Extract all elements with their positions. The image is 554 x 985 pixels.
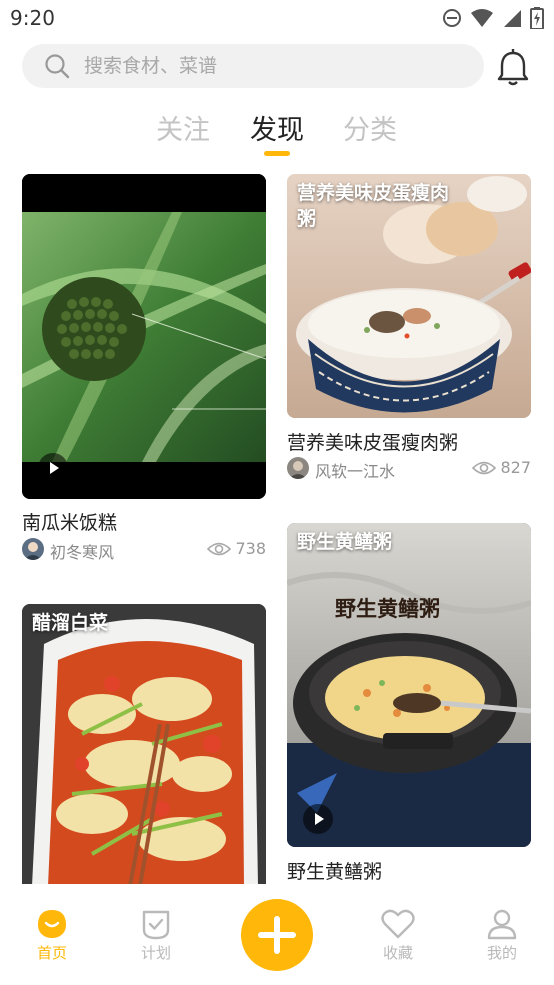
recipe-title[interactable]: 营养美味皮蛋瘦肉粥 (287, 428, 458, 455)
recipe-title[interactable]: 野生黄鳝粥 (287, 857, 382, 884)
tab-discover[interactable]: 发现 (250, 108, 304, 147)
plus-icon (258, 916, 296, 954)
do-not-disturb-icon (443, 9, 461, 27)
view-count: 827 (472, 458, 531, 477)
recipe-image: 野生黄鳝粥 (287, 523, 531, 847)
recipe-image (22, 174, 266, 499)
video-play-icon[interactable] (38, 453, 68, 483)
tab-follow[interactable]: 关注 (156, 108, 210, 147)
home-icon (38, 910, 66, 938)
add-recipe-button[interactable] (241, 899, 313, 971)
bell-icon (497, 49, 529, 86)
view-count: 738 (207, 539, 266, 558)
author-name[interactable]: 风软一江水 (315, 458, 395, 482)
recipe-overlay-title: 野生黄鳝粥 (297, 531, 393, 553)
recipe-thumbnail[interactable]: 野生黄鳝粥 野生黄鳝粥 (287, 523, 531, 847)
signal-icon (504, 10, 521, 27)
bottom-nav: 首页 计划 收藏 我的 (0, 884, 554, 985)
recipe-card[interactable]: 营养美味皮蛋瘦肉粥 营养美味皮蛋瘦肉粥 风软一江水 827 (287, 174, 531, 484)
plan-icon (142, 910, 170, 940)
avatar[interactable] (287, 457, 309, 479)
author-name[interactable]: 初冬寒风 (50, 539, 114, 563)
svg-text:野生黄鳝粥: 野生黄鳝粥 (335, 597, 440, 621)
view-count-value: 827 (500, 458, 531, 477)
tab-active-indicator (264, 151, 290, 156)
battery-icon (530, 7, 544, 29)
search-icon (45, 54, 70, 79)
recipe-thumbnail[interactable]: 醋溜白菜 (22, 604, 266, 886)
recipe-overlay-title: 营养美味皮蛋瘦肉粥 (297, 182, 450, 230)
eye-icon (207, 542, 232, 555)
recipe-thumbnail[interactable]: 营养美味皮蛋瘦肉粥 (287, 174, 531, 418)
status-time: 9:20 (10, 6, 55, 30)
recipe-card[interactable]: 醋溜白菜 (22, 604, 266, 886)
nav-home-label: 首页 (36, 944, 67, 962)
status-bar: 9:20 (0, 0, 554, 38)
recipe-overlay-title: 醋溜白菜 (32, 612, 109, 634)
tab-bar: 关注 发现 分类 (0, 108, 554, 158)
recipe-meta: 初冬寒风 738 (22, 538, 266, 562)
recipe-card[interactable]: 野生黄鳝粥 野生黄鳝粥 野生黄鳝粥 (287, 523, 531, 886)
search-row (0, 42, 554, 92)
nav-favorites-label: 收藏 (382, 944, 413, 962)
nav-favorites[interactable]: 收藏 (368, 908, 428, 963)
wifi-icon (471, 9, 493, 27)
profile-icon (487, 909, 517, 940)
view-count-value: 738 (235, 539, 266, 558)
recipe-image (22, 604, 266, 886)
video-play-icon[interactable] (303, 804, 333, 834)
recipe-title[interactable]: 南瓜米饭糕 (22, 508, 117, 535)
nav-plan-label: 计划 (140, 944, 171, 962)
avatar[interactable] (22, 538, 44, 560)
nav-plan[interactable]: 计划 (126, 908, 186, 963)
recipe-thumbnail[interactable] (22, 174, 266, 499)
nav-profile-label: 我的 (486, 944, 517, 962)
status-icons (442, 7, 544, 29)
recipe-card[interactable]: 南瓜米饭糕 初冬寒风 738 (22, 174, 266, 562)
nav-profile[interactable]: 我的 (472, 908, 532, 963)
search-box[interactable] (22, 44, 484, 88)
heart-icon (381, 909, 415, 939)
search-input[interactable] (84, 55, 424, 77)
recipe-meta: 风软一江水 827 (287, 457, 531, 481)
notification-button[interactable] (496, 48, 530, 92)
tab-category[interactable]: 分类 (343, 108, 397, 147)
nav-home[interactable]: 首页 (22, 908, 82, 963)
eye-icon (472, 461, 497, 474)
